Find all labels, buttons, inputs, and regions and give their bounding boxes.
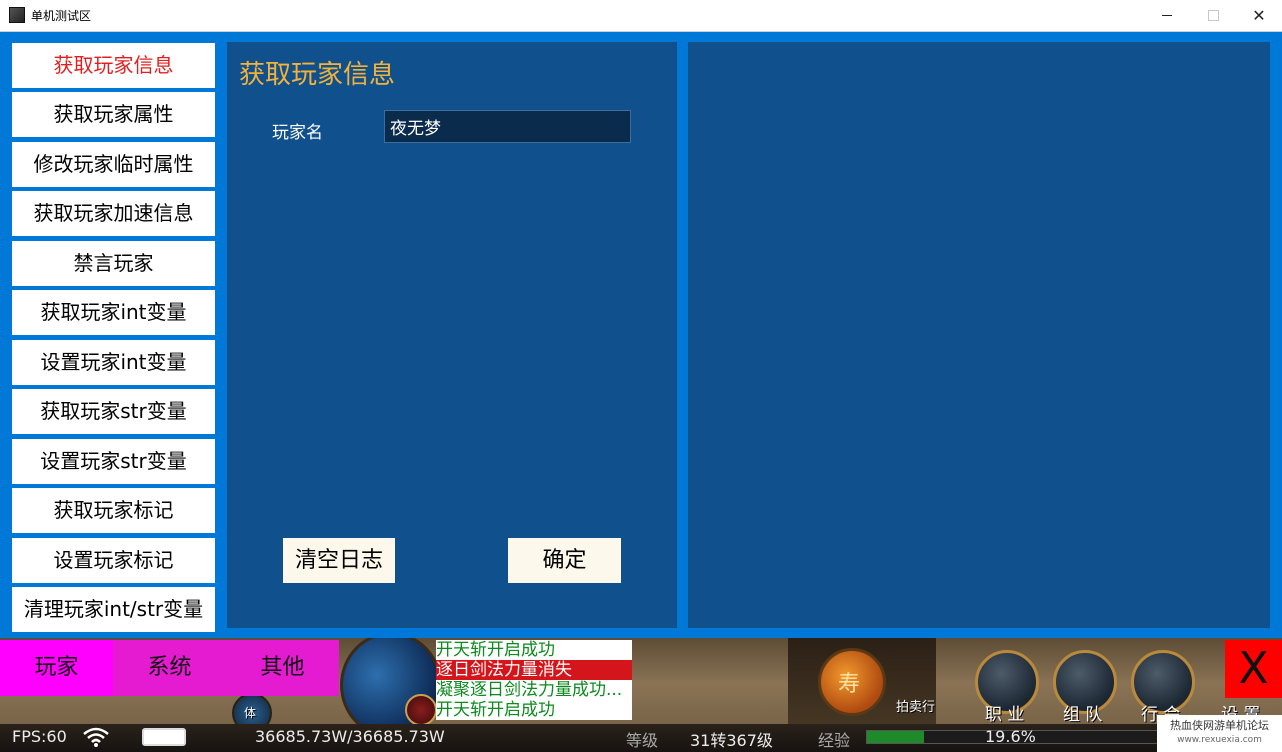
fps-readout: FPS:60 bbox=[12, 727, 67, 746]
exp-label: 经验 bbox=[818, 731, 851, 750]
panel-title: 获取玩家信息 bbox=[239, 60, 396, 90]
level-label: 等级 bbox=[626, 731, 659, 750]
chat-log: 开天斩开启成功 逐日剑法力量消失 凝聚逐日剑法力量成功... 开天斩开启成功 bbox=[436, 640, 632, 720]
sidebar-item-get-flag[interactable]: 获取玩家标记 bbox=[12, 488, 215, 533]
close-overlay-button[interactable]: X bbox=[1225, 640, 1282, 698]
close-icon: ✕ bbox=[1252, 6, 1266, 25]
window-title: 单机测试区 bbox=[31, 9, 92, 23]
exp-bar-fill bbox=[867, 731, 924, 743]
sidebar-item-set-flag[interactable]: 设置玩家标记 bbox=[12, 538, 215, 583]
minimize-icon bbox=[1162, 14, 1172, 16]
confirm-button[interactable]: 确定 bbox=[508, 538, 621, 583]
sidebar-item-get-str-var[interactable]: 获取玩家str变量 bbox=[12, 389, 215, 434]
sidebar-item-get-int-var[interactable]: 获取玩家int变量 bbox=[12, 290, 215, 335]
coin-glyph: 寿 bbox=[838, 672, 861, 697]
orb-label: 体 bbox=[244, 706, 257, 720]
clear-log-button[interactable]: 清空日志 bbox=[283, 538, 395, 583]
sidebar-item-modify-temp-attributes[interactable]: 修改玩家临时属性 bbox=[12, 142, 215, 187]
exp-percent: 19.6% bbox=[985, 727, 1036, 746]
battery-icon bbox=[142, 728, 186, 746]
sidebar-item-set-int-var[interactable]: 设置玩家int变量 bbox=[12, 340, 215, 385]
hp-readout: 36685.73W/36685.73W bbox=[255, 727, 445, 746]
watermark: 热血侠网游单机论坛 www.rexuexia.com bbox=[1157, 715, 1282, 752]
minimize-button[interactable] bbox=[1144, 0, 1190, 31]
window-titlebar: 单机测试区 ✕ bbox=[0, 0, 1282, 32]
sidebar-item-get-player-info[interactable]: 获取玩家信息 bbox=[12, 43, 215, 88]
player-name-label: 玩家名 bbox=[272, 123, 323, 143]
maximize-icon bbox=[1207, 9, 1219, 21]
app-icon bbox=[9, 7, 25, 23]
profession-label: 职 业 bbox=[985, 705, 1025, 725]
seal-icon bbox=[405, 694, 437, 726]
wifi-icon bbox=[83, 727, 109, 747]
client-area: 获取玩家信息 获取玩家属性 修改玩家临时属性 获取玩家加速信息 禁言玩家 获取玩… bbox=[0, 32, 1282, 638]
team-label: 组 队 bbox=[1063, 705, 1103, 725]
sidebar-item-get-player-attributes[interactable]: 获取玩家属性 bbox=[12, 92, 215, 137]
close-window-button[interactable]: ✕ bbox=[1236, 0, 1282, 31]
chat-line: 开天斩开启成功 bbox=[436, 640, 632, 660]
chat-line: 逐日剑法力量消失 bbox=[436, 660, 632, 680]
tab-system[interactable]: 系统 bbox=[113, 640, 226, 696]
sidebar-item-get-speed-info[interactable]: 获取玩家加速信息 bbox=[12, 191, 215, 236]
watermark-line2: www.rexuexia.com bbox=[1177, 735, 1262, 745]
player-name-input[interactable] bbox=[384, 110, 631, 143]
form-panel: 获取玩家信息 玩家名 清空日志 确定 bbox=[227, 42, 677, 628]
chat-line: 凝聚逐日剑法力量成功... bbox=[436, 680, 632, 700]
auction-label: 拍卖行 bbox=[896, 700, 936, 715]
sidebar-item-set-str-var[interactable]: 设置玩家str变量 bbox=[12, 439, 215, 484]
tab-other[interactable]: 其他 bbox=[226, 640, 339, 696]
sidebar-item-clear-vars[interactable]: 清理玩家int/str变量 bbox=[12, 587, 215, 632]
maximize-button[interactable] bbox=[1190, 0, 1236, 31]
log-panel bbox=[688, 42, 1270, 628]
level-value: 31转367级 bbox=[690, 731, 773, 750]
sidebar-item-mute-player[interactable]: 禁言玩家 bbox=[12, 241, 215, 286]
watermark-line1: 热血侠网游单机论坛 bbox=[1170, 719, 1269, 732]
tab-player[interactable]: 玩家 bbox=[0, 640, 113, 696]
chat-line: 开天斩开启成功 bbox=[436, 700, 632, 720]
